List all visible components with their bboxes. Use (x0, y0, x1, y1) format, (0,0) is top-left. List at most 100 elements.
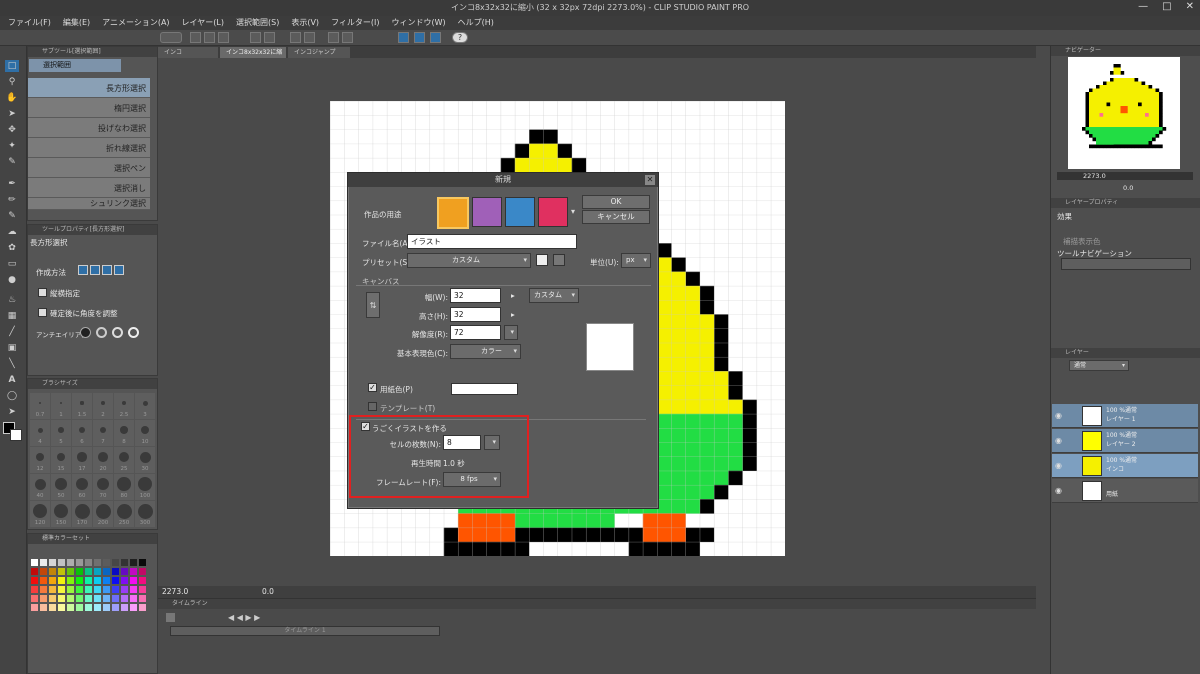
fill-icon[interactable] (304, 32, 315, 43)
color-swatch[interactable] (67, 577, 74, 584)
purpose-comic-icon[interactable] (472, 197, 502, 227)
zoom-tool-icon[interactable]: ⚲ (5, 76, 19, 88)
brush-size-cell[interactable]: 100 (135, 474, 155, 500)
color-swatch[interactable] (121, 559, 128, 566)
menu-animation[interactable]: アニメーション(A) (102, 16, 169, 30)
frame-icon[interactable]: ▣ (5, 342, 19, 354)
brush-size-cell[interactable]: 25 (114, 447, 134, 473)
color-swatch[interactable] (85, 604, 92, 611)
brush-size-cell[interactable]: 250 (114, 501, 134, 527)
color-swatch[interactable] (121, 604, 128, 611)
color-swatch[interactable] (31, 559, 38, 566)
color-swatch[interactable] (103, 568, 110, 575)
color-swatch[interactable] (112, 577, 119, 584)
brush-size-cell[interactable]: 30 (135, 447, 155, 473)
move-layer-icon[interactable]: ✥ (5, 124, 19, 136)
eye-icon[interactable]: ◉ (1055, 486, 1062, 495)
eraser-icon[interactable]: ▭ (5, 258, 19, 270)
clear-icon[interactable] (290, 32, 301, 43)
add-selection-icon[interactable] (90, 265, 100, 275)
fill-tool-icon[interactable]: ♨ (5, 294, 19, 306)
selection-tool-icon[interactable]: □ (5, 60, 19, 72)
doc-tab-inko[interactable]: インコ (158, 47, 218, 58)
color-swatch[interactable] (67, 559, 74, 566)
color-swatch[interactable] (130, 568, 137, 575)
timeline-track-select[interactable]: タイムライン 1 (170, 626, 440, 636)
gradient-icon[interactable]: ▦ (5, 310, 19, 322)
subtool-selection-eraser[interactable]: 選択消し (28, 178, 150, 198)
layer-row[interactable]: ◉ 100 %通常 インコ (1052, 454, 1198, 478)
color-swatch[interactable] (130, 577, 137, 584)
new-selection-icon[interactable] (78, 265, 88, 275)
brush-size-cell[interactable]: 8 (114, 420, 134, 446)
layer-row[interactable]: ◉ 100 %通常 レイヤー 2 (1052, 429, 1198, 453)
brush-size-cell[interactable]: 1.5 (72, 393, 92, 419)
ok-button[interactable]: OK (582, 195, 650, 209)
brush-size-cell[interactable]: 300 (135, 501, 155, 527)
width-arrow-icon[interactable]: ▸ (511, 291, 515, 300)
zoom-readout[interactable]: 2273.0 (162, 587, 188, 596)
color-swatch[interactable] (76, 586, 83, 593)
purpose-more-icon[interactable]: ▾ (571, 207, 575, 216)
color-swatch[interactable] (49, 595, 56, 602)
brush-size-cell[interactable]: 6 (72, 420, 92, 446)
brush-size-cell[interactable]: 4 (30, 420, 50, 446)
color-swatch[interactable] (58, 586, 65, 593)
airbrush-icon[interactable]: ☁ (5, 226, 19, 238)
brush-size-cell[interactable]: 80 (114, 474, 134, 500)
color-swatch[interactable] (76, 559, 83, 566)
purpose-print-icon[interactable] (505, 197, 535, 227)
menu-layer[interactable]: レイヤー(L) (182, 16, 224, 30)
doc-tab-inko-small[interactable]: インコ8x32x32に縮小 (220, 47, 286, 67)
swap-size-icon[interactable]: ⇅ (366, 292, 380, 318)
menu-window[interactable]: ウィンドウ(W) (392, 16, 446, 30)
pencil-tool-icon[interactable]: ✏ (5, 194, 19, 206)
navigator-zoom-slider[interactable] (1057, 172, 1193, 180)
brush-size-cell[interactable]: 60 (72, 474, 92, 500)
subtool-lasso-select[interactable]: 投げなわ選択 (28, 118, 150, 138)
color-swatch[interactable] (40, 559, 47, 566)
purpose-illustration-icon[interactable] (437, 197, 469, 229)
clip-studio-icon[interactable] (160, 32, 182, 43)
preset-delete-icon[interactable] (553, 254, 565, 266)
color-swatch[interactable] (49, 577, 56, 584)
layer-row[interactable]: ◉ 用紙 (1052, 479, 1198, 503)
transform-icon[interactable] (328, 32, 339, 43)
basic-color-select[interactable]: カラー (450, 344, 521, 359)
color-swatch[interactable] (67, 604, 74, 611)
brush-size-cell[interactable]: 70 (93, 474, 113, 500)
navigator-preview[interactable] (1068, 57, 1180, 169)
brush-size-cell[interactable]: 2 (93, 393, 113, 419)
color-swatch[interactable] (85, 577, 92, 584)
color-swatch[interactable] (112, 604, 119, 611)
close-window-icon[interactable]: ✕ (1186, 1, 1194, 12)
deselect-icon[interactable] (342, 32, 353, 43)
help-icon[interactable]: ? (452, 32, 468, 43)
antialias-weak-icon[interactable] (96, 327, 107, 338)
brush-size-cell[interactable]: 40 (30, 474, 50, 500)
color-swatch[interactable] (94, 595, 101, 602)
new-file-icon[interactable] (190, 32, 201, 43)
color-swatch[interactable] (112, 595, 119, 602)
eye-icon[interactable]: ◉ (1055, 436, 1062, 445)
antialias-none-icon[interactable] (80, 327, 91, 338)
brush-size-cell[interactable]: 200 (93, 501, 113, 527)
auto-select-icon[interactable]: ✦ (5, 140, 19, 152)
color-swatch[interactable] (58, 577, 65, 584)
color-swatch[interactable] (94, 559, 101, 566)
color-swatch[interactable] (40, 595, 47, 602)
menu-filter[interactable]: フィルター(I) (331, 16, 379, 30)
brush-size-cell[interactable]: 0.7 (30, 393, 50, 419)
color-swatch[interactable] (58, 604, 65, 611)
intersect-selection-icon[interactable] (114, 265, 124, 275)
color-swatch[interactable] (94, 568, 101, 575)
menu-help[interactable]: ヘルプ(H) (458, 16, 494, 30)
color-swatch[interactable] (85, 559, 92, 566)
cancel-button[interactable]: キャンセル (582, 210, 650, 224)
color-swatch[interactable] (130, 559, 137, 566)
color-swatch[interactable] (40, 577, 47, 584)
brush-size-cell[interactable]: 10 (135, 420, 155, 446)
color-swatch[interactable] (121, 577, 128, 584)
preset-save-icon[interactable] (536, 254, 548, 266)
figure-icon[interactable]: ╱ (5, 326, 19, 338)
